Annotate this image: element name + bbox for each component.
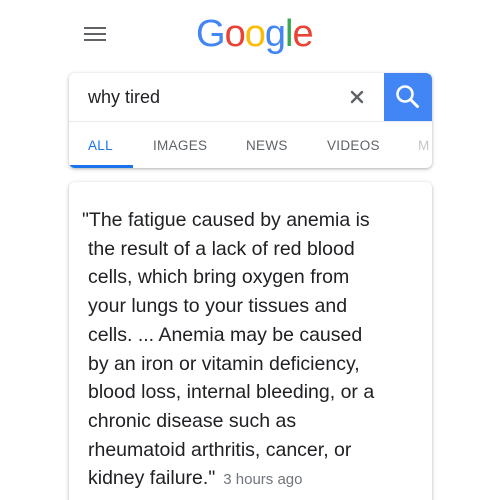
snippet-line: "The fatigue caused by anemia is bbox=[82, 209, 370, 231]
snippet-quote: "The fatigue caused by anemia is the res… bbox=[82, 206, 422, 495]
logo-letter: g bbox=[264, 13, 286, 55]
clear-search-button[interactable] bbox=[343, 83, 371, 111]
snippet-line: kidney failure." bbox=[88, 467, 216, 490]
google-logo[interactable]: Google bbox=[196, 12, 314, 56]
snippet-line: cells. ... Anemia may be caused bbox=[88, 323, 363, 346]
snippet-last-line: kidney failure." 3 hours ago bbox=[82, 464, 422, 495]
search-input[interactable] bbox=[88, 85, 328, 109]
search-button[interactable] bbox=[384, 73, 432, 121]
featured-snippet-card: "The fatigue caused by anemia is the res… bbox=[69, 182, 432, 500]
snippet-line: by an iron or vitamin deficiency, bbox=[88, 352, 360, 375]
tab-all[interactable]: ALL bbox=[88, 138, 113, 153]
tab-videos[interactable]: VIDEOS bbox=[327, 138, 380, 153]
snippet-line: blood loss, internal bleeding, or a bbox=[88, 381, 375, 404]
logo-letter: e bbox=[292, 13, 313, 55]
snippet-line: your lungs to your tissues and bbox=[88, 295, 348, 318]
close-icon bbox=[350, 90, 364, 104]
snippet-line: the result of a lack of red blood bbox=[88, 237, 355, 260]
tab-news[interactable]: NEWS bbox=[246, 138, 288, 153]
page: Google ALL IMAGES NEWS VIDEOS M bbox=[0, 0, 500, 500]
hamburger-menu-icon[interactable] bbox=[84, 27, 106, 41]
snippet-line: chronic disease such as bbox=[88, 409, 297, 432]
snippet-line: cells, which bring oxygen from bbox=[88, 266, 350, 289]
tab-more-partial[interactable]: M bbox=[418, 138, 430, 153]
logo-letter: o bbox=[224, 13, 246, 55]
logo-letter: G bbox=[196, 13, 226, 55]
logo-letter: o bbox=[244, 13, 266, 55]
snippet-line: rheumatoid arthritis, cancer, or bbox=[88, 438, 352, 461]
active-tab-indicator bbox=[69, 165, 133, 168]
search-bar bbox=[69, 73, 432, 121]
search-icon bbox=[396, 85, 419, 108]
tab-images[interactable]: IMAGES bbox=[153, 138, 207, 153]
search-card: ALL IMAGES NEWS VIDEOS M bbox=[69, 73, 432, 168]
search-tabs: ALL IMAGES NEWS VIDEOS M bbox=[69, 122, 432, 168]
snippet-timestamp: 3 hours ago bbox=[223, 471, 303, 489]
